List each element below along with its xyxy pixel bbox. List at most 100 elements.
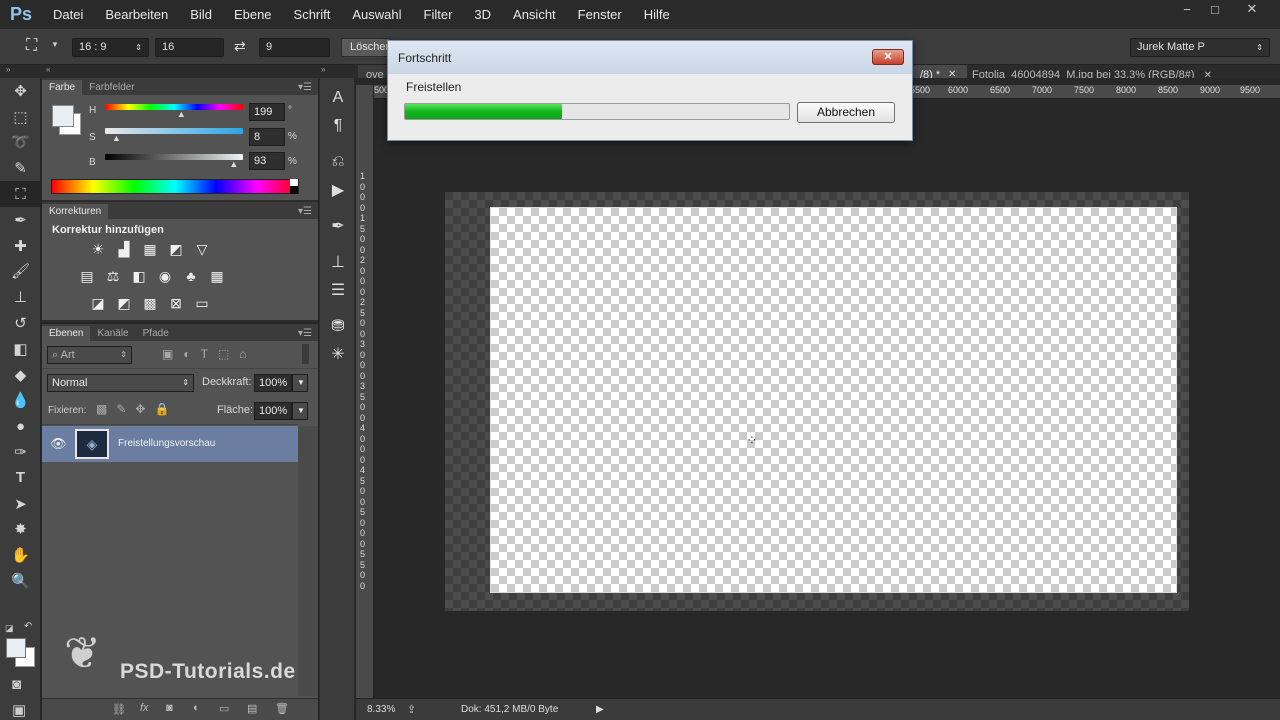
add-mask-icon[interactable]: ◙ <box>166 702 173 714</box>
crop-tool-icon[interactable]: ⛶ <box>0 181 41 207</box>
default-colors-icon[interactable]: ◪ <box>5 623 14 634</box>
menu-bild[interactable]: Bild <box>179 0 223 29</box>
h-slider-thumb[interactable]: ▲ <box>177 109 186 119</box>
b-slider-thumb[interactable]: ▲ <box>229 159 238 169</box>
eyedropper-tool-icon[interactable]: ✒ <box>0 207 41 233</box>
link-layers-icon[interactable]: ⛓ <box>112 703 126 716</box>
color-ramp-white[interactable] <box>290 179 298 186</box>
cancel-button[interactable]: Abbrechen <box>797 102 895 123</box>
blur-tool-icon[interactable]: 💧 <box>0 388 41 414</box>
gradient-map-icon[interactable]: ▭ <box>192 294 212 312</box>
visibility-eye-icon[interactable]: 👁 <box>50 436 67 452</box>
color-ramp[interactable] <box>51 179 299 194</box>
filter-shape-icon[interactable]: ⬚ <box>218 347 239 361</box>
layer-filter-select[interactable]: ⌕ Art ⇕ <box>47 346 132 364</box>
swap-colors-icon[interactable]: ↶ <box>24 621 32 632</box>
document-canvas-area[interactable]: ⁘ <box>356 78 1280 698</box>
new-layer-icon[interactable]: ▤ <box>247 702 257 715</box>
restore-button[interactable]: □ <box>1201 0 1229 18</box>
status-menu-arrow-icon[interactable]: ▶ <box>596 704 604 715</box>
expand-tools-icon[interactable]: » <box>6 65 10 74</box>
properties-panel-icon[interactable]: ⛃ <box>320 312 356 340</box>
tool-presets-icon[interactable]: ☰ <box>320 276 356 304</box>
new-group-icon[interactable]: ▭ <box>219 702 229 715</box>
layer-style-icon[interactable]: fx <box>140 702 149 714</box>
foreground-color-swatch[interactable] <box>52 105 74 127</box>
history-brush-tool-icon[interactable]: ↺ <box>0 310 41 336</box>
h-slider[interactable] <box>105 104 243 110</box>
tab-kanaele[interactable]: Kanäle <box>90 326 135 341</box>
fill-dropdown-icon[interactable]: ▼ <box>292 402 308 420</box>
blend-mode-select[interactable]: Normal ⇕ <box>47 374 194 392</box>
s-slider-thumb[interactable]: ▲ <box>112 133 121 143</box>
tab-pfade[interactable]: Pfade <box>136 326 176 341</box>
opacity-input[interactable]: 100% <box>254 374 292 392</box>
lock-image-icon[interactable]: ✎ <box>116 402 135 416</box>
posterize-icon[interactable]: ◩ <box>114 294 134 312</box>
tab-farbe[interactable]: Farbe <box>42 80 83 95</box>
color-lookup-icon[interactable]: ▦ <box>207 268 227 286</box>
menu-datei[interactable]: Datei <box>42 0 94 29</box>
menu-ansicht[interactable]: Ansicht <box>502 0 567 29</box>
hand-tool-icon[interactable]: ✋ <box>0 542 41 568</box>
menu-hilfe[interactable]: Hilfe <box>633 0 681 29</box>
color-ramp-black[interactable] <box>290 186 298 194</box>
share-icon[interactable]: ⇪ <box>407 703 461 716</box>
selective-color-icon[interactable]: ⊠ <box>166 294 186 312</box>
photo-filter-icon[interactable]: ◉ <box>155 268 175 286</box>
layer-row[interactable]: 👁 ◈ Freistellungsvorschau <box>42 426 298 462</box>
close-window-button[interactable]: ✕ <box>1236 0 1268 18</box>
brush-presets-icon[interactable]: ✒ <box>320 212 356 240</box>
opacity-dropdown-icon[interactable]: ▼ <box>292 374 308 392</box>
vibrance-icon[interactable]: ▽ <box>192 240 212 258</box>
zoom-tool-icon[interactable]: 🔍 <box>0 568 41 594</box>
color-balance-icon[interactable]: ⚖ <box>103 268 123 286</box>
filter-toggle[interactable] <box>302 344 309 364</box>
new-adjustment-icon[interactable]: ◐ <box>193 702 200 714</box>
healing-brush-tool-icon[interactable]: ✚ <box>0 233 41 259</box>
expand-dock-icon[interactable]: » <box>321 65 325 74</box>
character-panel-icon[interactable]: A <box>320 84 356 112</box>
levels-icon[interactable]: ▟ <box>114 240 134 258</box>
filter-type-icon[interactable]: T <box>201 347 218 361</box>
marquee-tool-icon[interactable]: ⬚ <box>0 104 41 130</box>
panel-menu-icon[interactable]: ▾☰ <box>291 80 318 95</box>
ratio-select[interactable]: 16 : 9 ⇕ <box>72 38 149 57</box>
layers-scrollbar[interactable] <box>298 426 318 696</box>
swap-icon[interactable]: ⇄ <box>234 38 246 55</box>
dodge-tool-icon[interactable]: ● <box>0 413 41 439</box>
black-white-icon[interactable]: ◧ <box>129 268 149 286</box>
s-input[interactable]: 8 <box>249 128 285 146</box>
menu-fenster[interactable]: Fenster <box>567 0 633 29</box>
quick-mask-icon[interactable]: ◙ <box>12 676 21 693</box>
lock-transparent-icon[interactable]: ▩ <box>96 402 116 416</box>
shape-tool-icon[interactable]: ✸ <box>0 517 41 543</box>
tab-korrekturen[interactable]: Korrekturen <box>42 204 109 219</box>
paragraph-panel-icon[interactable]: ¶ <box>320 112 356 140</box>
clone-source-icon[interactable]: ⊥ <box>320 248 356 276</box>
path-selection-tool-icon[interactable]: ➤ <box>0 491 41 517</box>
history-panel-icon[interactable]: ⎌ <box>320 148 356 176</box>
invert-icon[interactable]: ◪ <box>88 294 108 312</box>
ratio-height-input[interactable]: 9 <box>259 38 330 57</box>
type-tool-icon[interactable]: T <box>0 465 41 491</box>
lock-all-icon[interactable]: 🔒 <box>154 402 178 416</box>
menu-filter[interactable]: Filter <box>413 0 464 29</box>
paint-bucket-tool-icon[interactable]: ◆ <box>0 362 41 388</box>
stamp-tool-icon[interactable]: ⊥ <box>0 284 41 310</box>
lasso-tool-icon[interactable]: ➰ <box>0 130 41 156</box>
clear-button[interactable]: Löschen <box>341 38 391 57</box>
s-slider[interactable] <box>105 128 243 134</box>
curves-icon[interactable]: ▦ <box>140 240 160 258</box>
lock-position-icon[interactable]: ✥ <box>135 402 154 416</box>
ratio-width-input[interactable]: 16 <box>155 38 224 57</box>
menu-auswahl[interactable]: Auswahl <box>341 0 412 29</box>
dialog-close-button[interactable]: ✕ <box>872 49 904 65</box>
fill-input[interactable]: 100% <box>254 402 292 420</box>
hue-saturation-icon[interactable]: ▤ <box>77 268 97 286</box>
menu-ebene[interactable]: Ebene <box>223 0 283 29</box>
minimize-button[interactable]: − <box>1173 0 1201 18</box>
channel-mixer-icon[interactable]: ♣ <box>181 267 201 285</box>
threshold-icon[interactable]: ▩ <box>140 294 160 312</box>
b-input[interactable]: 93 <box>249 152 285 170</box>
